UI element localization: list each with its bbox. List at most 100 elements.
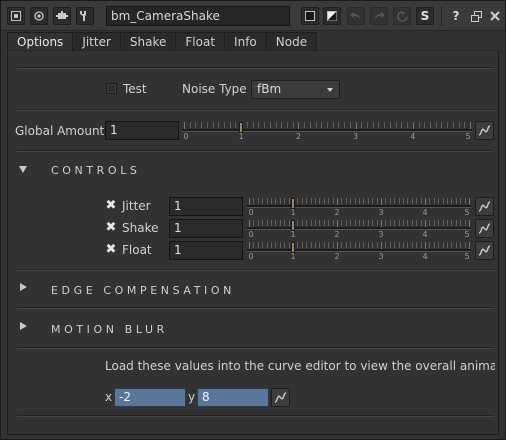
shake-label: Shake <box>122 221 159 235</box>
slider-tick <box>301 198 303 204</box>
undo-icon[interactable] <box>347 7 365 25</box>
global-amount-field[interactable]: 1 <box>105 121 179 140</box>
shake-field[interactable]: 1 <box>169 219 243 238</box>
slider-handle[interactable] <box>291 198 295 209</box>
slider-tick-label: 0 <box>248 230 254 239</box>
expand-icon[interactable] <box>7 7 25 25</box>
help-label: ? <box>452 9 460 23</box>
shake-curve-icon[interactable] <box>475 219 494 238</box>
tab-shake[interactable]: Shake <box>119 32 177 51</box>
global-amount-curve-icon[interactable] <box>475 121 494 140</box>
slider-tick-label: 0 <box>183 132 189 141</box>
test-checkbox[interactable] <box>106 83 117 94</box>
section-collapsed-icon[interactable] <box>20 283 27 291</box>
slider-tick <box>257 220 259 226</box>
noise-type-value: fBm <box>257 82 282 96</box>
slider-tick <box>345 198 347 204</box>
color-swatch-icon[interactable] <box>301 7 319 25</box>
slider-tick-label: 5 <box>464 230 470 239</box>
slider-tick <box>258 122 260 128</box>
color-swatch-alt-icon[interactable] <box>323 7 341 25</box>
edge-compensation-section-header[interactable]: EDGE COMPENSATION <box>51 284 235 297</box>
slider-tick <box>442 242 444 248</box>
divider <box>17 67 494 69</box>
slider-tick <box>332 198 334 204</box>
noise-type-dropdown[interactable]: fBm <box>251 80 340 99</box>
slider-tick <box>420 198 422 204</box>
jitter-slider[interactable]: 0 1 2 3 4 5 <box>247 197 471 217</box>
slider-tick <box>359 220 360 226</box>
tab-jitter[interactable]: Jitter <box>72 32 121 51</box>
slider-tick <box>266 220 268 226</box>
slider-tick <box>279 242 281 248</box>
slider-tick <box>321 122 323 128</box>
redo-icon[interactable] <box>370 7 388 25</box>
help-icon[interactable]: ? <box>447 7 465 25</box>
slider-tick <box>412 122 414 129</box>
wrench-icon[interactable] <box>76 7 94 25</box>
slider-tick <box>275 220 277 226</box>
close-icon[interactable] <box>486 7 504 25</box>
slider-tick <box>350 220 352 226</box>
slider-track <box>182 129 472 132</box>
slider-tick <box>345 242 347 248</box>
shake-checkbox[interactable]: ✖ <box>105 221 117 234</box>
slider-tick <box>306 220 308 226</box>
global-amount-label: Global Amount <box>15 124 105 138</box>
node-name-field[interactable]: bm_CameraShake <box>106 6 290 26</box>
slider-tick <box>332 220 334 226</box>
float-icon[interactable] <box>467 7 485 25</box>
float-checkbox[interactable]: ✖ <box>105 243 117 256</box>
motion-blur-section-header[interactable]: MOTION BLUR <box>51 323 168 336</box>
slider-tick <box>354 198 356 204</box>
shake-slider[interactable]: 0 1 2 3 4 5 <box>247 219 471 239</box>
slider-tick <box>315 122 317 128</box>
slider-tick <box>315 198 316 204</box>
tab-options[interactable]: Options <box>7 32 74 52</box>
slider-tick <box>235 122 237 128</box>
divider <box>17 109 494 111</box>
jitter-field[interactable]: 1 <box>169 197 243 216</box>
slider-tick <box>328 220 330 226</box>
tab-node[interactable]: Node <box>265 32 318 51</box>
slider-tick <box>344 122 346 128</box>
tab-float[interactable]: Float <box>175 32 226 51</box>
global-amount-slider[interactable]: 0 1 2 3 4 5 <box>182 121 472 141</box>
jitter-checkbox[interactable]: ✖ <box>105 199 117 212</box>
xy-curve-icon[interactable] <box>271 388 290 407</box>
slider-tick <box>398 220 400 226</box>
slider-tick <box>323 220 325 226</box>
test-label: Test <box>123 82 147 96</box>
y-field[interactable]: 8 <box>197 388 269 407</box>
slider-tick <box>378 122 380 128</box>
slider-tick <box>367 220 369 226</box>
slider-tick <box>464 220 466 226</box>
slider-handle[interactable] <box>291 220 295 231</box>
float-curve-icon[interactable] <box>475 241 494 260</box>
slider-handle[interactable] <box>239 122 244 133</box>
slider-tick <box>367 122 369 128</box>
slider-tick <box>323 198 325 204</box>
script-icon[interactable]: S <box>416 7 434 25</box>
slider-tick-label: 1 <box>290 208 296 217</box>
slider-tick <box>381 220 382 227</box>
properties-panel: bm_CameraShake S ? Options Jitter Shake … <box>0 0 506 440</box>
slider-tick <box>284 198 286 204</box>
slider-tick <box>262 242 264 248</box>
tab-info[interactable]: Info <box>224 32 267 51</box>
jitter-curve-icon[interactable] <box>475 197 494 216</box>
panel-title-bar: bm_CameraShake S ? <box>1 1 505 31</box>
center-icon[interactable] <box>30 7 48 25</box>
slider-tick <box>355 122 357 129</box>
revert-icon[interactable] <box>393 7 411 25</box>
slider-tick <box>372 122 374 128</box>
section-expanded-icon[interactable] <box>19 166 27 173</box>
float-slider[interactable]: 0 1 2 3 4 5 <box>247 241 471 261</box>
node-icon[interactable] <box>53 7 71 25</box>
slider-tick <box>407 220 409 226</box>
section-collapsed-icon[interactable] <box>20 322 27 330</box>
controls-section-header[interactable]: CONTROLS <box>51 164 141 177</box>
x-field[interactable]: -2 <box>114 388 186 407</box>
slider-handle[interactable] <box>291 242 295 253</box>
float-field[interactable]: 1 <box>169 241 243 260</box>
